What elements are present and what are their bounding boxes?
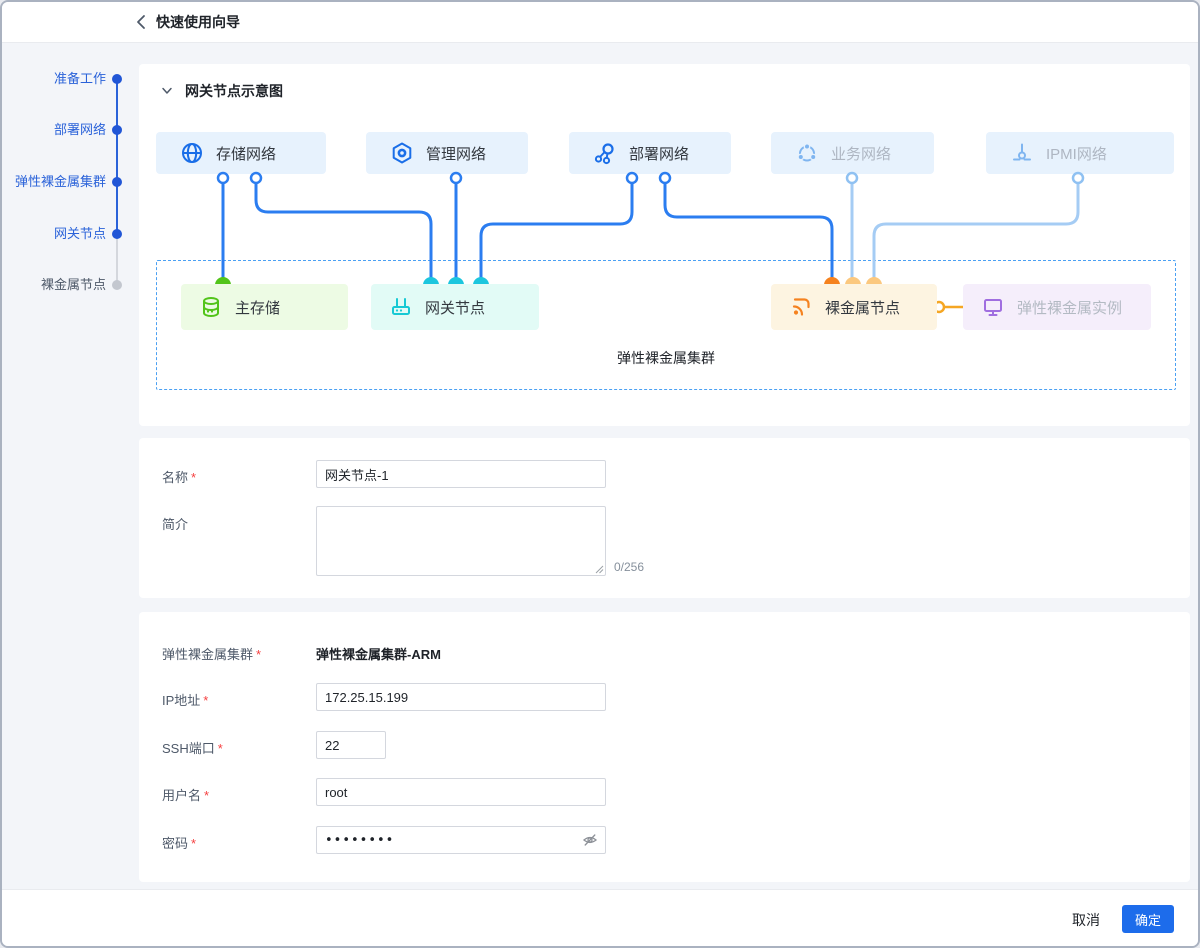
footer-bar: 取消 确定 [2,889,1198,946]
diagram-section-title: 网关节点示意图 [185,83,283,99]
ip-label: IP地址 * [162,693,209,708]
required-mark: * [204,788,210,803]
required-mark: * [191,470,197,485]
step-dot-4 [112,229,122,239]
quick-start-wizard-window: 快速使用向导 准备工作 部署网络 弹性裸金属集群 网关节点 裸金属节点 网关节点… [0,0,1200,948]
step-dot-3 [112,177,122,187]
step-dot-1 [112,74,122,84]
connection-form: 弹性裸金属集群* 弹性裸金属集群-ARM IP地址* SSH端口* 用户名* 密… [139,612,1190,882]
business-network-icon [797,143,817,162]
description-label: 简介 [162,517,189,532]
chevron-left-icon [137,15,145,29]
node-label: 裸金属节点 [825,299,901,317]
network-label: 管理网络 [426,145,487,163]
port-business [845,171,859,185]
required-mark: * [203,693,209,708]
char-counter: 0/256 [614,560,645,574]
diagram-panel: 网关节点示意图 弹性裸金属集群 存储网络 管理网络 部署网络 业务网络 IPMI… [139,64,1190,426]
eye-off-icon[interactable] [582,832,598,848]
database-icon [203,297,219,317]
broadcast-icon [792,298,810,316]
monitor-icon [984,299,1002,316]
required-mark: * [217,741,223,756]
resize-handle-icon[interactable] [595,565,604,574]
back-button[interactable] [132,12,152,32]
step-item-baremetal[interactable]: 裸金属节点 [2,278,106,292]
node-box-bare-metal[interactable]: 裸金属节点 [771,284,937,330]
step-item-network[interactable]: 部署网络 [2,123,106,137]
ssh-port-label: SSH端口 * [162,741,223,756]
node-label: 网关节点 [425,299,486,317]
globe-network-icon [182,143,202,163]
header-bar: 快速使用向导 [2,2,1198,43]
deploy-network-icon [594,143,614,165]
chevron-down-icon [162,87,172,94]
node-box-main-storage[interactable]: 主存储 [181,284,348,330]
required-mark: * [256,647,262,662]
username-label: 用户名 * [162,788,210,803]
cluster-value: 弹性裸金属集群-ARM [316,647,441,662]
port-deploy-1 [625,171,639,185]
network-label: 存储网络 [216,145,277,163]
username-input[interactable] [316,778,606,806]
ssh-port-input[interactable] [316,731,386,759]
cluster-label: 弹性裸金属集群 * [162,647,262,662]
node-label: 主存储 [235,299,281,317]
basic-info-form: 名称* 简介 0/256 [139,438,1190,598]
confirm-button[interactable]: 确定 [1122,905,1174,933]
router-icon [392,298,410,315]
step-item-prepare[interactable]: 准备工作 [2,72,106,86]
port-storage-2 [249,171,263,185]
network-box-ipmi[interactable]: IPMI网络 [986,132,1174,174]
stepper-line-done [116,79,118,234]
port-manage [449,171,463,185]
cancel-button[interactable]: 取消 [1064,906,1108,934]
required-mark: * [191,836,197,851]
ipmi-network-icon [1013,143,1031,161]
network-label: 部署网络 [629,145,690,163]
name-input[interactable] [316,460,606,488]
network-box-manage[interactable]: 管理网络 [366,132,528,174]
network-box-business[interactable]: 业务网络 [771,132,934,174]
node-box-gateway[interactable]: 网关节点 [371,284,539,330]
description-textarea[interactable] [316,506,606,576]
step-dot-2 [112,125,122,135]
step-item-cluster[interactable]: 弹性裸金属集群 [2,175,106,189]
network-label: 业务网络 [831,145,892,163]
description-field-wrap [316,506,606,576]
port-storage-1 [216,171,230,185]
node-label: 弹性裸金属实例 [1017,299,1123,317]
network-box-deploy[interactable]: 部署网络 [569,132,731,174]
port-deploy-2 [658,171,672,185]
password-label: 密码 * [162,836,197,851]
ip-input[interactable] [316,683,606,711]
page-title: 快速使用向导 [156,14,240,30]
name-label: 名称 * [162,470,197,485]
stepper-line-pending [116,234,118,285]
port-ipmi [1071,171,1085,185]
step-dot-5 [112,280,122,290]
password-input[interactable] [316,826,606,854]
step-item-gateway[interactable]: 网关节点 [2,227,106,241]
node-box-elastic-instance[interactable]: 弹性裸金属实例 [963,284,1151,330]
cluster-region-label: 弹性裸金属集群 [617,350,715,366]
network-box-storage[interactable]: 存储网络 [156,132,326,174]
manage-network-icon [392,142,412,164]
network-label: IPMI网络 [1046,145,1107,163]
password-field-wrap [316,826,606,854]
